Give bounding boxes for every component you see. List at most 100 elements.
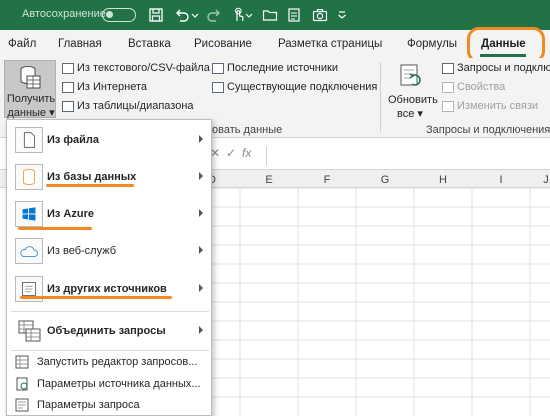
tab-home[interactable]: Главная [58,38,102,50]
menu-item-from-azure-label: Из Azure [47,208,94,220]
menu-separator [11,350,209,351]
from-web-button[interactable]: Из Интернета [62,80,147,94]
menu-item-from-file[interactable]: Из файла [7,123,211,157]
highlight-underline-other-sources [20,296,172,299]
recent-sources-button[interactable]: Последние источники [212,61,338,75]
submenu-arrow-icon [199,135,203,143]
tab-file[interactable]: Файл [8,38,36,50]
queries-group-label: Запросы и подключения [426,124,550,136]
from-text-csv-label: Из текстового/CSV-файла [77,62,210,74]
refresh-all-button[interactable]: Обновить все ▾ [388,60,438,120]
refresh-all-label-2: все ▾ [397,108,423,120]
submenu-arrow-icon [199,284,203,292]
column-header-e[interactable]: E [259,174,279,186]
tab-draw[interactable]: Рисование [194,38,252,50]
menu-item-from-other-sources-label: Из других источников [47,283,167,295]
from-table-range-button[interactable]: Из таблицы/диапазона [62,99,194,113]
recent-sources-icon [212,62,224,74]
edit-links-icon [442,100,454,112]
text-file-icon [62,62,74,74]
customize-qat-icon[interactable] [336,5,348,25]
data-source-settings-icon [16,377,28,391]
menu-item-from-other-sources[interactable]: Из других источников [7,272,211,306]
queries-icon [442,62,454,74]
properties-button[interactable]: Свойства [442,80,505,94]
get-transform-group-label: овать данные [212,124,283,136]
recent-sources-label: Последние источники [227,62,338,74]
database-table-icon [20,66,41,89]
submenu-arrow-icon [199,209,203,217]
get-data-dropdown: Из файла Из базы данных Из Azure Из веб-… [6,119,212,416]
from-text-csv-button[interactable]: Из текстового/CSV-файла [62,61,210,75]
submenu-arrow-icon [199,172,203,180]
autosave-label: Автосохранение [22,8,106,20]
undo-dropdown-icon[interactable] [190,5,200,25]
title-bar: Автосохранение [0,0,550,30]
ribbon-separator [380,62,381,132]
qat-dropdown-icon[interactable] [244,5,254,25]
column-header-g[interactable]: G [375,174,395,186]
combine-queries-icon [18,320,41,342]
menu-item-from-database[interactable]: Из базы данных [7,160,211,194]
enter-icon[interactable]: ✓ [226,146,236,160]
get-data-label: Получить [6,93,56,105]
insert-function-icon[interactable]: fx [242,146,251,160]
menu-item-from-web-services[interactable]: Из веб-служб [7,234,211,268]
menu-item-launch-query-editor-label: Запустить редактор запросов... [37,356,198,368]
azure-windows-icon [15,201,43,227]
highlight-underline-database [46,184,134,187]
open-folder-icon[interactable] [260,5,280,25]
menu-item-from-azure[interactable]: Из Azure [7,197,211,231]
column-header-f[interactable]: F [317,174,337,186]
submenu-arrow-icon [199,246,203,254]
column-header-h[interactable]: H [433,174,453,186]
properties-label: Свойства [457,81,506,93]
get-data-label-2: данные ▾ [7,107,55,119]
edit-links-label: Изменить связи [457,100,539,112]
from-web-label: Из Интернета [77,81,147,93]
column-header-i[interactable]: I [491,174,511,186]
queries-connections-label: Запросы и подклю [457,62,550,74]
edit-links-button[interactable]: Изменить связи [442,99,538,113]
formula-buttons: ✕ ✓ fx [210,146,270,164]
autosave-toggle[interactable] [102,8,136,22]
formula-input[interactable] [266,146,548,166]
get-data-button[interactable]: Получить данные ▾ [4,60,56,119]
menu-item-launch-query-editor[interactable]: Запустить редактор запросов... [7,352,211,372]
menu-item-combine-queries-label: Объединить запросы [47,325,166,337]
existing-connections-icon [212,81,224,93]
submenu-arrow-icon [199,326,203,334]
table-icon [62,100,74,112]
camera-icon[interactable] [310,5,330,25]
column-header-j[interactable]: J [536,174,550,186]
tab-insert[interactable]: Вставка [128,38,171,50]
file-icon [15,127,43,153]
from-table-range-label: Из таблицы/диапазона [77,100,194,112]
save-icon[interactable] [146,5,166,25]
highlight-underline-azure [18,227,92,230]
menu-item-from-file-label: Из файла [47,134,100,146]
refresh-icon [400,64,421,86]
database-icon [15,164,43,190]
menu-item-combine-queries[interactable]: Объединить запросы [7,314,211,348]
document-icon[interactable] [284,5,304,25]
menu-item-from-web-services-label: Из веб-служб [47,245,117,257]
menu-item-data-source-settings[interactable]: Параметры источника данных... [7,374,211,394]
menu-item-query-options-label: Параметры запроса [37,399,140,411]
properties-icon [442,81,454,93]
web-icon [62,81,74,93]
cloud-icon [15,238,43,264]
menu-item-from-database-label: Из базы данных [47,171,137,183]
tab-formulas[interactable]: Формулы [407,38,457,50]
menu-item-data-source-settings-label: Параметры источника данных... [37,378,201,390]
existing-connections-button[interactable]: Существующие подключения [212,80,377,94]
refresh-all-label: Обновить [388,94,438,106]
queries-connections-button[interactable]: Запросы и подклю [442,61,550,75]
redo-icon[interactable] [204,5,224,25]
query-editor-icon [15,355,29,369]
menu-item-query-options[interactable]: Параметры запроса [7,395,211,415]
existing-connections-label: Существующие подключения [227,81,378,93]
menu-separator [11,311,209,312]
tab-page-layout[interactable]: Разметка страницы [278,38,382,50]
undo-icon[interactable] [172,5,192,25]
